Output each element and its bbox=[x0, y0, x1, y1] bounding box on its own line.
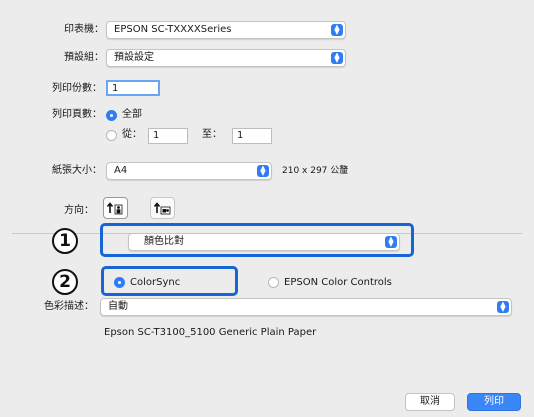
chevron-updown-icon: ▲ ▼ bbox=[331, 52, 343, 64]
pages-from-input[interactable]: 1 bbox=[148, 128, 188, 144]
chevron-updown-icon: ▲ ▼ bbox=[331, 24, 343, 36]
orientation-portrait-button[interactable] bbox=[103, 197, 128, 219]
presets-label: 預設組： bbox=[64, 52, 104, 63]
paper-size-value: A4 bbox=[114, 165, 128, 176]
print-button[interactable]: 列印 bbox=[467, 393, 521, 411]
paper-dimensions: 210 x 297 公釐 bbox=[282, 166, 349, 176]
callout-number-2: 2 bbox=[52, 269, 78, 295]
paper-size-popup[interactable]: A4 ▲ ▼ bbox=[106, 162, 272, 180]
profile-description: Epson SC-T3100_5100 Generic Plain Paper bbox=[104, 327, 317, 338]
pages-from-label: 從： bbox=[122, 129, 142, 140]
copies-label: 列印份數： bbox=[52, 83, 102, 94]
callout-number-1: 1 bbox=[52, 228, 78, 254]
profile-popup[interactable]: 自動 ▲ ▼ bbox=[100, 298, 512, 316]
paper-size-label: 紙張大小： bbox=[52, 165, 102, 176]
copies-input[interactable]: 1 bbox=[106, 80, 160, 96]
callout-box-colorsync bbox=[101, 266, 238, 296]
pages-to-input[interactable]: 1 bbox=[232, 128, 272, 144]
pages-label: 列印頁數： bbox=[52, 109, 102, 120]
pages-to-label: 至： bbox=[202, 129, 222, 140]
callout-box-panel bbox=[100, 223, 414, 257]
orientation-landscape-button[interactable] bbox=[150, 197, 175, 219]
portrait-icon bbox=[106, 202, 123, 215]
chevron-updown-icon: ▲ ▼ bbox=[497, 301, 509, 313]
pages-all-radio[interactable] bbox=[106, 110, 117, 121]
printer-label: 印表機： bbox=[64, 24, 104, 35]
profile-value: 自動 bbox=[108, 301, 128, 312]
epson-color-controls-label: EPSON Color Controls bbox=[284, 277, 392, 288]
profile-label: 色彩描述： bbox=[44, 301, 94, 312]
pages-all-label: 全部 bbox=[122, 109, 142, 120]
cancel-button[interactable]: 取消 bbox=[405, 393, 455, 411]
presets-popup[interactable]: 預設設定 ▲ ▼ bbox=[106, 49, 346, 67]
orientation-label: 方向： bbox=[64, 205, 94, 216]
printer-popup[interactable]: EPSON SC-TXXXXSeries ▲ ▼ bbox=[106, 21, 346, 39]
landscape-icon bbox=[153, 202, 171, 215]
pages-range-radio[interactable] bbox=[106, 130, 117, 141]
printer-value: EPSON SC-TXXXXSeries bbox=[114, 24, 232, 35]
presets-value: 預設設定 bbox=[114, 52, 154, 63]
epson-color-controls-radio[interactable] bbox=[268, 277, 279, 288]
chevron-updown-icon: ▲ ▼ bbox=[257, 165, 269, 177]
